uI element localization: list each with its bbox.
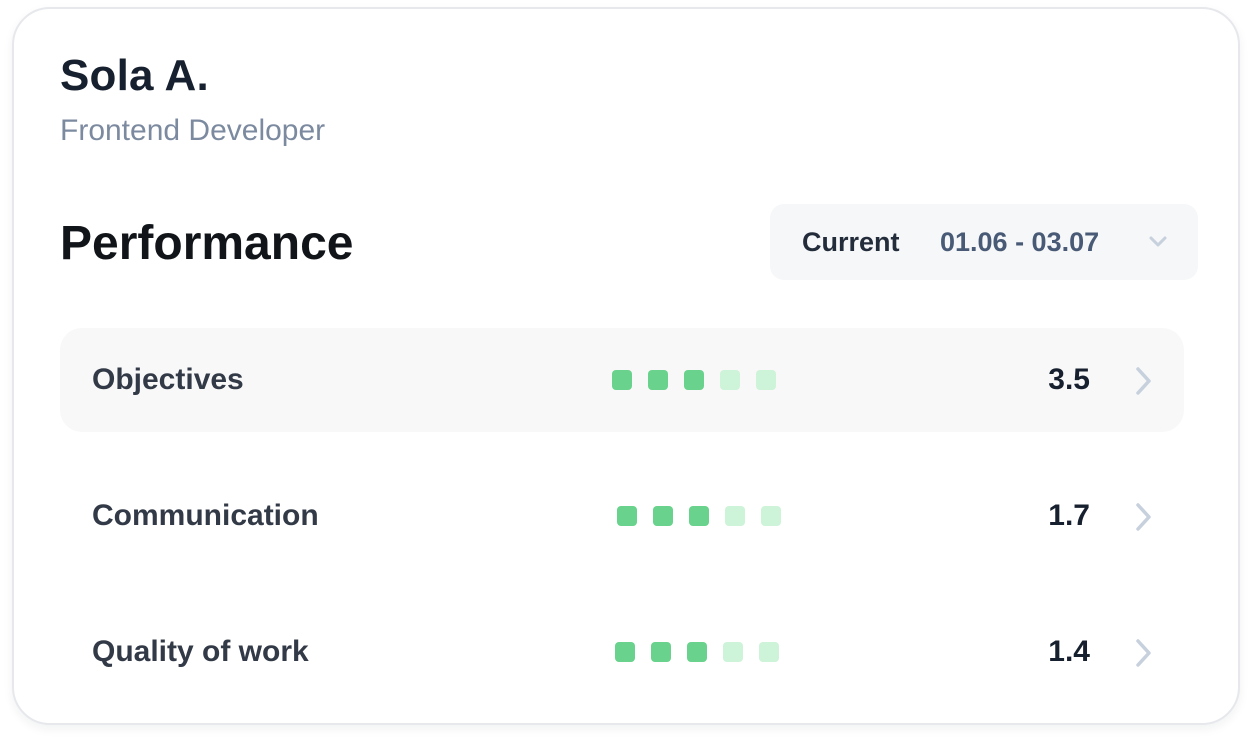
rating-dot [651, 642, 671, 662]
period-label: Current [802, 227, 900, 257]
rating-dots [612, 370, 776, 390]
chevron-down-icon [1149, 236, 1167, 247]
period-range: 01.06 - 03.07 [940, 227, 1100, 257]
rating-dot [617, 506, 637, 526]
metric-label: Quality of work [92, 635, 309, 668]
rating-dots [615, 642, 779, 662]
rating-dot [689, 506, 709, 526]
metric-row-objectives[interactable]: Objectives 3.5 [60, 328, 1184, 432]
metric-label: Objectives [92, 363, 244, 396]
rating-dot [648, 370, 668, 390]
chevron-right-icon [1136, 367, 1151, 395]
chevron-right-icon [1136, 503, 1151, 531]
chevron-right-icon [1136, 639, 1151, 667]
rating-dot [687, 642, 707, 662]
metric-row-communication[interactable]: Communication 1.7 [60, 464, 1184, 568]
metric-score: 1.7 [1048, 499, 1090, 532]
rating-dot [615, 642, 635, 662]
metric-row-quality-of-work[interactable]: Quality of work 1.4 [60, 600, 1184, 704]
metric-label: Communication [92, 499, 319, 532]
metric-score: 1.4 [1048, 635, 1090, 668]
metrics-list: Objectives 3.5 Communication 1.7 Quality… [60, 328, 1184, 736]
employee-performance-card: Sola A. Frontend Developer Performance C… [12, 7, 1240, 725]
rating-dot [653, 506, 673, 526]
rating-dot [612, 370, 632, 390]
employee-role: Frontend Developer [60, 114, 326, 147]
performance-title: Performance [60, 217, 354, 270]
rating-dot [761, 506, 781, 526]
period-dropdown[interactable]: Current 01.06 - 03.07 [770, 204, 1198, 280]
rating-dot [756, 370, 776, 390]
metric-score: 3.5 [1048, 363, 1090, 396]
rating-dots [617, 506, 781, 526]
employee-name: Sola A. [60, 51, 209, 100]
rating-dot [723, 642, 743, 662]
rating-dot [684, 370, 704, 390]
rating-dot [720, 370, 740, 390]
rating-dot [759, 642, 779, 662]
rating-dot [725, 506, 745, 526]
